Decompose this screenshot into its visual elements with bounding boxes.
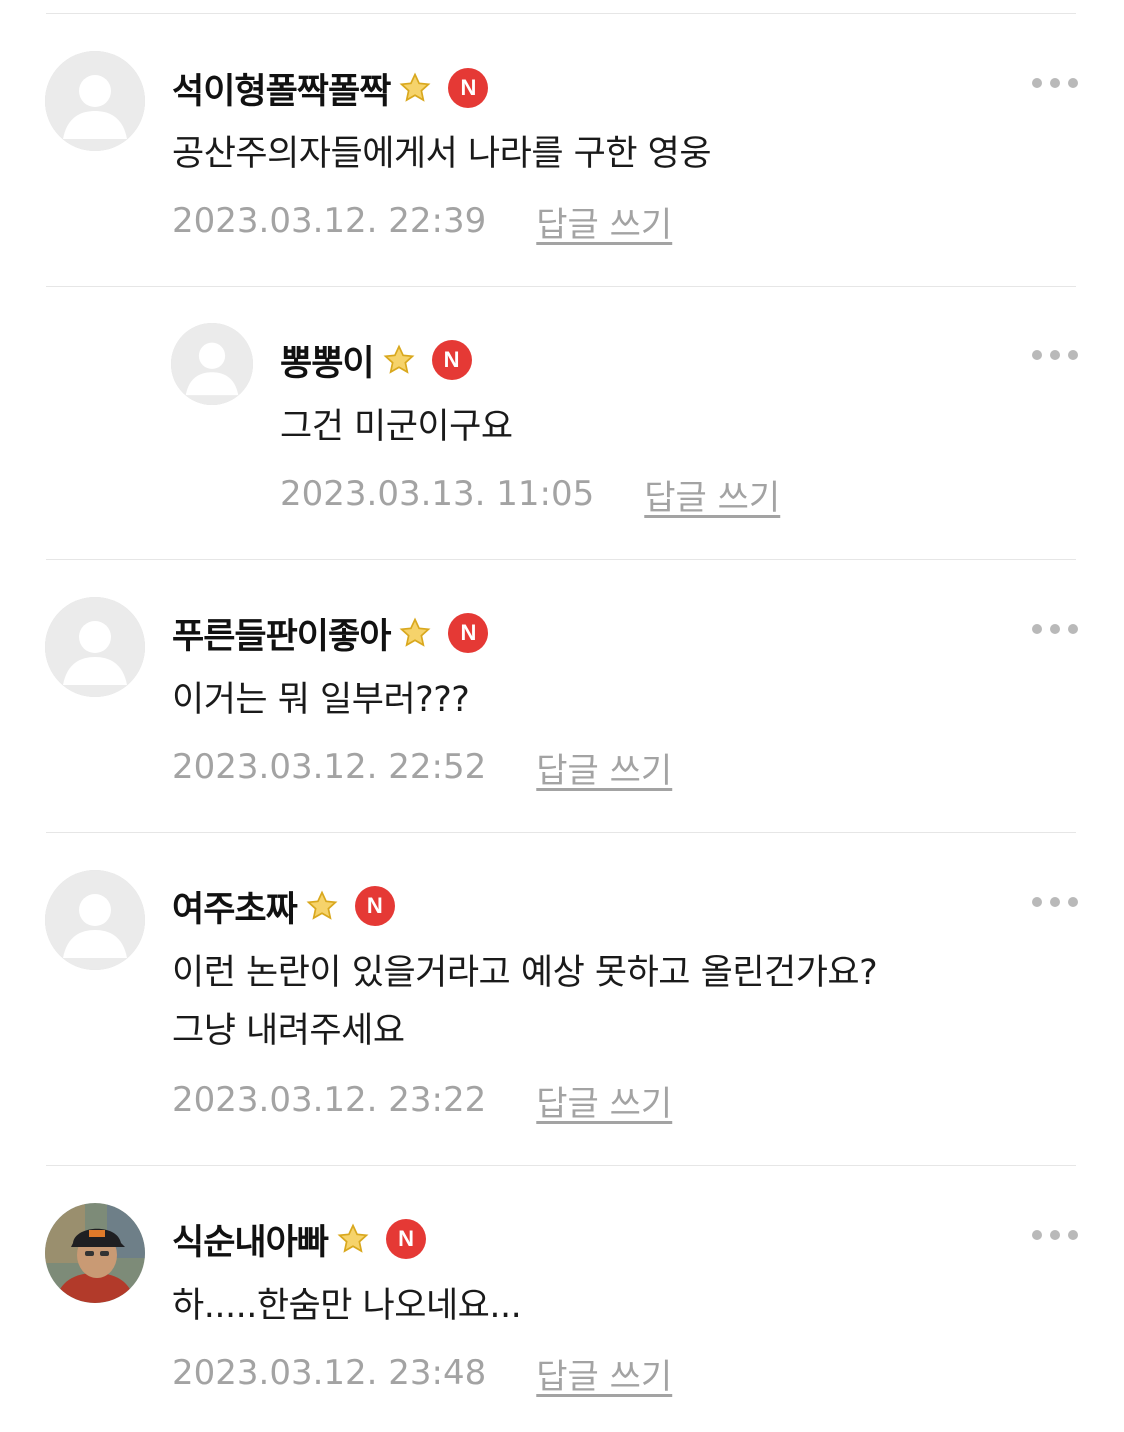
meta-row: 2023.03.12. 22:52 답글 쓰기 — [172, 742, 672, 792]
divider — [46, 13, 1076, 14]
star-icon — [305, 889, 339, 923]
nickname[interactable]: 푸른들판이좋아 — [172, 608, 391, 659]
timestamp: 2023.03.12. 22:39 — [172, 201, 487, 241]
author-row: 뽕뽕이 N — [280, 335, 472, 385]
timestamp: 2023.03.12. 23:22 — [172, 1080, 487, 1120]
comment-text-line: 그건 미군이구요 — [280, 407, 513, 447]
profile-photo-avatar[interactable] — [45, 1203, 145, 1303]
divider — [46, 286, 1076, 287]
comment-text-line: 공산주의자들에게서 나라를 구한 영웅 — [172, 134, 712, 174]
more-options-icon[interactable] — [1032, 895, 1078, 909]
reply-button[interactable]: 답글 쓰기 — [536, 1349, 672, 1398]
new-badge: N — [431, 340, 472, 380]
nickname[interactable]: 뽕뽕이 — [280, 335, 375, 386]
meta-row: 2023.03.13. 11:05 답글 쓰기 — [280, 469, 780, 519]
nickname[interactable]: 식순내아빠 — [172, 1214, 329, 1265]
comment-list: 석이형폴짝폴짝 N 공산주의자들에게서 나라를 구한 영웅 2023.03.12… — [0, 0, 1124, 1432]
more-options-icon[interactable] — [1032, 1228, 1078, 1242]
new-badge: N — [448, 613, 489, 653]
divider — [46, 832, 1076, 833]
comment-text: 이거는 뭐 일부러??? — [172, 671, 470, 729]
more-options-icon[interactable] — [1032, 622, 1078, 636]
reply-button[interactable]: 답글 쓰기 — [536, 1076, 672, 1125]
author-row: 여주초짜 N — [172, 881, 395, 931]
reply-button[interactable]: 답글 쓰기 — [536, 197, 672, 246]
comment-text-line: 이런 논란이 있을거라고 예상 못하고 올린건가요? — [172, 953, 878, 993]
star-icon — [336, 1222, 370, 1256]
comment-text: 공산주의자들에게서 나라를 구한 영웅 — [172, 125, 712, 183]
default-avatar-icon[interactable] — [45, 870, 145, 970]
comment-text-line: 이거는 뭐 일부러??? — [172, 680, 470, 720]
star-icon — [398, 71, 432, 105]
author-row: 석이형폴짝폴짝 N — [172, 63, 489, 114]
nickname[interactable]: 여주초짜 — [172, 881, 298, 932]
meta-row: 2023.03.12. 23:48 답글 쓰기 — [172, 1348, 672, 1398]
author-row: 식순내아빠 N — [172, 1214, 427, 1265]
new-badge: N — [354, 886, 395, 926]
divider — [46, 1165, 1076, 1166]
timestamp: 2023.03.12. 23:48 — [172, 1353, 487, 1393]
comment-text-line: 하.....한숨만 나오네요... — [172, 1286, 522, 1326]
default-avatar-icon[interactable] — [171, 323, 253, 405]
comment-text: 하.....한숨만 나오네요... — [172, 1277, 522, 1335]
star-icon — [398, 616, 432, 650]
divider — [46, 559, 1076, 560]
reply-button[interactable]: 답글 쓰기 — [644, 470, 780, 519]
timestamp: 2023.03.12. 22:52 — [172, 747, 487, 787]
default-avatar-icon[interactable] — [45, 597, 145, 697]
nickname[interactable]: 석이형폴짝폴짝 — [172, 63, 391, 114]
comment-text-line: 그냥 내려주세요 — [172, 1011, 405, 1051]
comment-text: 그건 미군이구요 — [280, 398, 513, 456]
new-badge: N — [386, 1219, 427, 1259]
star-icon — [382, 343, 416, 377]
default-avatar-icon[interactable] — [45, 51, 145, 151]
comment-text: 이런 논란이 있을거라고 예상 못하고 올린건가요? 그냥 내려주세요 — [172, 944, 878, 1060]
timestamp: 2023.03.13. 11:05 — [280, 474, 595, 514]
reply-button[interactable]: 답글 쓰기 — [536, 743, 672, 792]
more-options-icon[interactable] — [1032, 76, 1078, 90]
new-badge: N — [448, 68, 489, 108]
meta-row: 2023.03.12. 22:39 답글 쓰기 — [172, 196, 672, 246]
author-row: 푸른들판이좋아 N — [172, 608, 489, 659]
more-options-icon[interactable] — [1032, 348, 1078, 362]
meta-row: 2023.03.12. 23:22 답글 쓰기 — [172, 1075, 672, 1125]
